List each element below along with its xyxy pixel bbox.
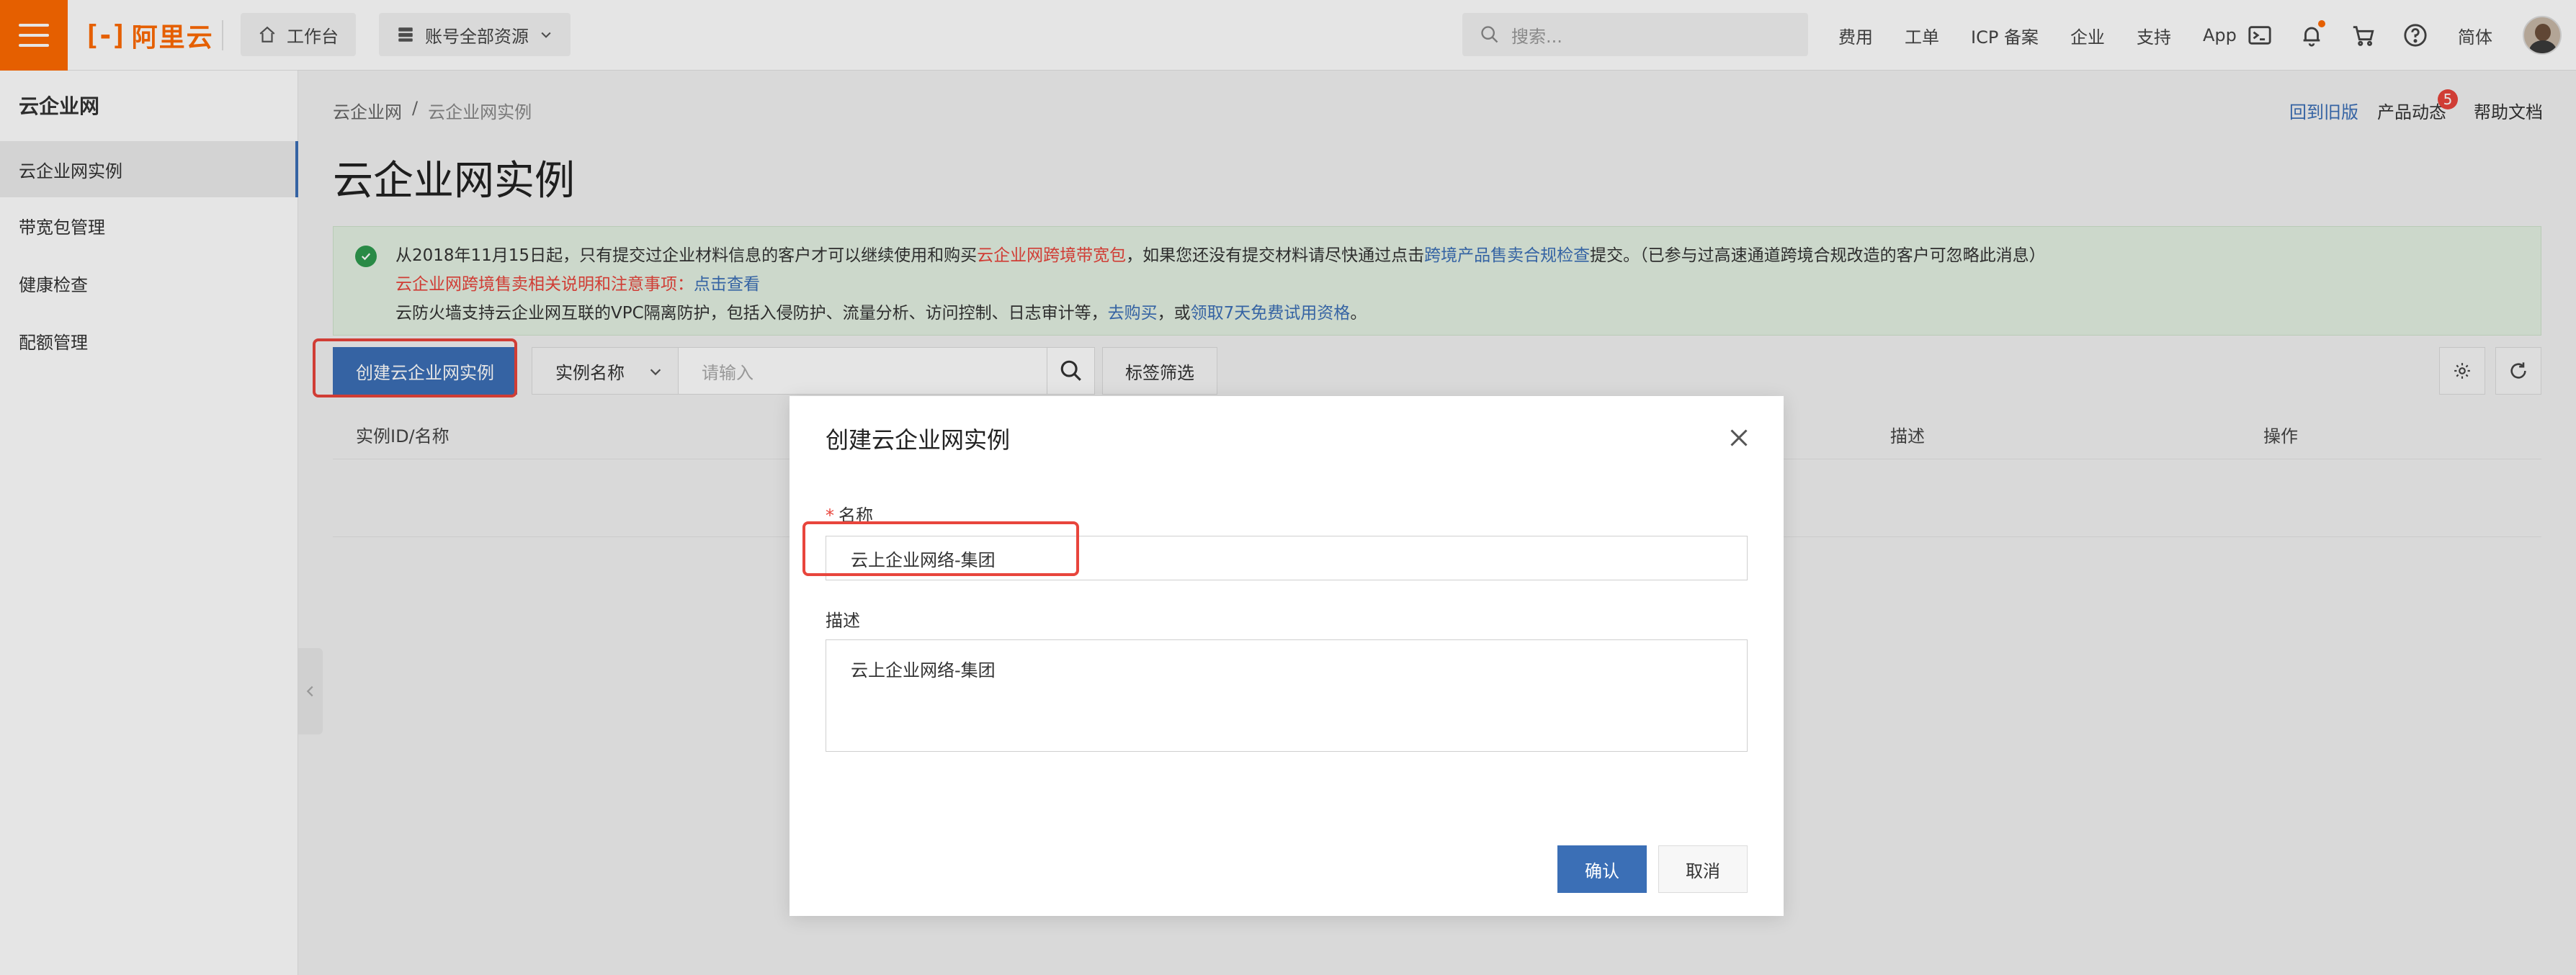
description-field-value: 云上企业网络-集团	[851, 660, 996, 680]
close-icon[interactable]	[1726, 425, 1752, 451]
cancel-button[interactable]: 取消	[1658, 845, 1748, 893]
description-field-label: 描述	[826, 611, 860, 631]
dialog-title: 创建云企业网实例	[826, 426, 1011, 454]
description-textarea[interactable]: 云上企业网络-集团	[826, 639, 1748, 752]
name-field-label: * 名称	[826, 501, 873, 526]
name-field-value: 云上企业网络-集团	[851, 549, 996, 570]
name-label-text: 名称	[838, 506, 873, 526]
create-instance-dialog: 创建云企业网实例 * 名称 云上企业网络-集团 描述 云上企业网络-集团 确认 取…	[790, 396, 1784, 916]
name-field[interactable]: 云上企业网络-集团	[826, 536, 1748, 580]
required-mark: *	[826, 506, 834, 526]
confirm-button[interactable]: 确认	[1557, 845, 1647, 893]
